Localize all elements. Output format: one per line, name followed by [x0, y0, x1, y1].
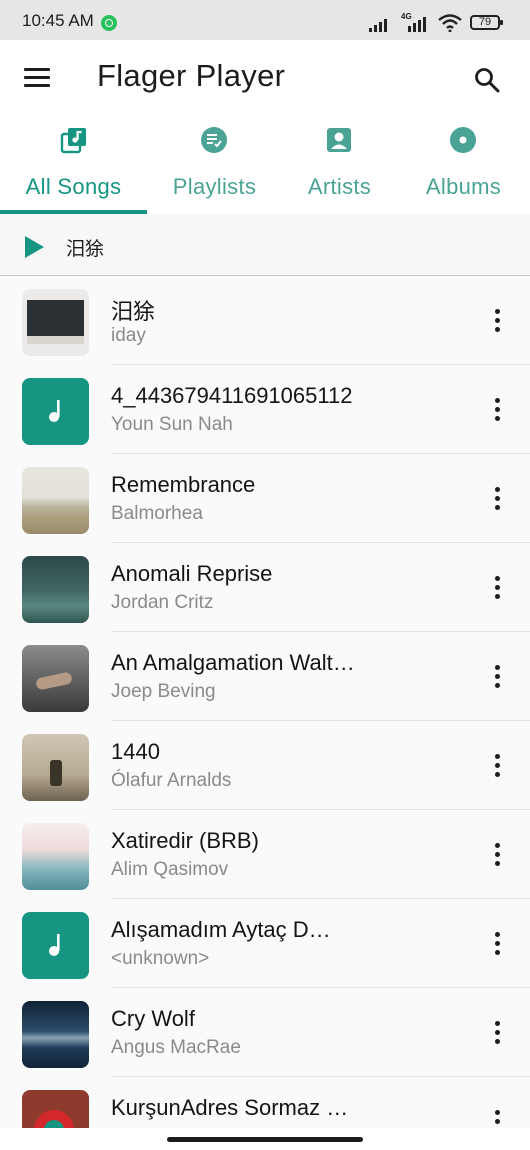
song-title: 汨狳	[111, 299, 156, 324]
status-bar: 10:45 AM 4G 79	[0, 0, 530, 40]
song-title: 4_443679411691065112	[111, 383, 353, 408]
song-artist: Youn Sun Nah	[111, 414, 233, 435]
tab-bar: All Songs Playlists Artists Albums	[0, 116, 530, 214]
album-art	[22, 1001, 89, 1068]
more-options-icon[interactable]	[488, 573, 506, 603]
whatsapp-notification-icon	[101, 15, 117, 31]
more-options-icon[interactable]	[488, 1018, 506, 1048]
more-options-icon[interactable]	[488, 306, 506, 336]
album-art	[22, 823, 89, 890]
song-row[interactable]: Alışamadım Aytaç D… <unknown>	[0, 899, 530, 988]
now-playing-bar[interactable]: 汨狳	[0, 214, 530, 276]
song-title: KurşunAdres Sormaz …	[111, 1095, 349, 1120]
tab-label: Playlists	[172, 174, 257, 199]
more-options-icon[interactable]	[488, 662, 506, 692]
more-options-icon[interactable]	[488, 484, 506, 514]
song-artist: Jordan Critz	[111, 592, 214, 613]
home-indicator[interactable]	[167, 1137, 363, 1142]
song-row[interactable]: 汨狳 iday	[0, 276, 530, 365]
album-art	[22, 912, 89, 979]
menu-icon[interactable]	[24, 68, 52, 90]
song-title: Xatiredir (BRB)	[111, 828, 259, 853]
more-options-icon[interactable]	[488, 840, 506, 870]
song-row[interactable]: Remembrance Balmorhea	[0, 454, 530, 543]
song-title: An Amalgamation Walt…	[111, 650, 355, 675]
tab-label: All Songs	[25, 174, 122, 199]
song-row[interactable]: Cry Wolf Angus MacRae	[0, 988, 530, 1077]
song-artist: Joep Beving	[111, 681, 216, 702]
gesture-bar	[0, 1128, 530, 1150]
song-row[interactable]: 4_443679411691065112 Youn Sun Nah	[0, 365, 530, 454]
song-row[interactable]: 1440 Ólafur Arnalds	[0, 721, 530, 810]
song-artist: iday	[111, 325, 146, 346]
album-art	[22, 645, 89, 712]
tab-label: Albums	[425, 174, 502, 199]
playlist-icon	[201, 127, 227, 153]
tab-playlists[interactable]: Playlists	[147, 116, 282, 214]
search-icon[interactable]	[474, 67, 500, 93]
signal-strength-icon	[369, 16, 391, 32]
album-art	[22, 289, 89, 356]
song-row[interactable]: Xatiredir (BRB) Alim Qasimov	[0, 810, 530, 899]
song-list[interactable]: 汨狳 iday 4_443679411691065112 Youn Sun Na…	[0, 276, 530, 1128]
song-row[interactable]: Anomali Reprise Jordan Critz	[0, 543, 530, 632]
more-options-icon[interactable]	[488, 395, 506, 425]
song-title: Anomali Reprise	[111, 561, 273, 586]
album-art	[22, 556, 89, 623]
song-title: Alışamadım Aytaç D…	[111, 917, 331, 942]
app-title: Flager Player	[97, 58, 286, 93]
tab-artists[interactable]: Artists	[282, 116, 397, 214]
battery-indicator: 79	[470, 15, 503, 30]
artist-icon	[327, 128, 351, 152]
song-artist: <unknown>	[111, 948, 210, 969]
song-row[interactable]: KurşunAdres Sormaz …	[0, 1077, 530, 1128]
tab-albums[interactable]: Albums	[397, 116, 530, 214]
album-art	[22, 467, 89, 534]
album-art	[22, 734, 89, 801]
music-library-icon	[60, 128, 86, 154]
song-artist: Balmorhea	[111, 503, 203, 524]
play-icon[interactable]	[25, 236, 44, 258]
song-title: 1440	[111, 739, 160, 764]
album-art	[22, 378, 89, 445]
wifi-icon	[438, 14, 462, 32]
now-playing-title: 汨狳	[66, 239, 105, 260]
more-options-icon[interactable]	[488, 929, 506, 959]
album-icon	[450, 127, 476, 153]
signal-strength-icon-2	[400, 16, 426, 32]
tab-all-songs[interactable]: All Songs	[0, 116, 147, 214]
song-title: Cry Wolf	[111, 1006, 195, 1031]
album-art	[22, 1090, 89, 1128]
song-artist: Alim Qasimov	[111, 859, 229, 880]
song-artist: Ólafur Arnalds	[111, 770, 232, 791]
status-time: 10:45 AM	[22, 11, 94, 30]
song-title: Remembrance	[111, 472, 256, 497]
tab-label: Artists	[307, 174, 372, 199]
song-row[interactable]: An Amalgamation Walt… Joep Beving	[0, 632, 530, 721]
music-note-icon	[49, 400, 60, 422]
music-note-icon	[49, 934, 60, 956]
song-artist: Angus MacRae	[111, 1037, 241, 1058]
more-options-icon[interactable]	[488, 1107, 506, 1128]
more-options-icon[interactable]	[488, 751, 506, 781]
app-bar: Flager Player	[0, 40, 530, 116]
